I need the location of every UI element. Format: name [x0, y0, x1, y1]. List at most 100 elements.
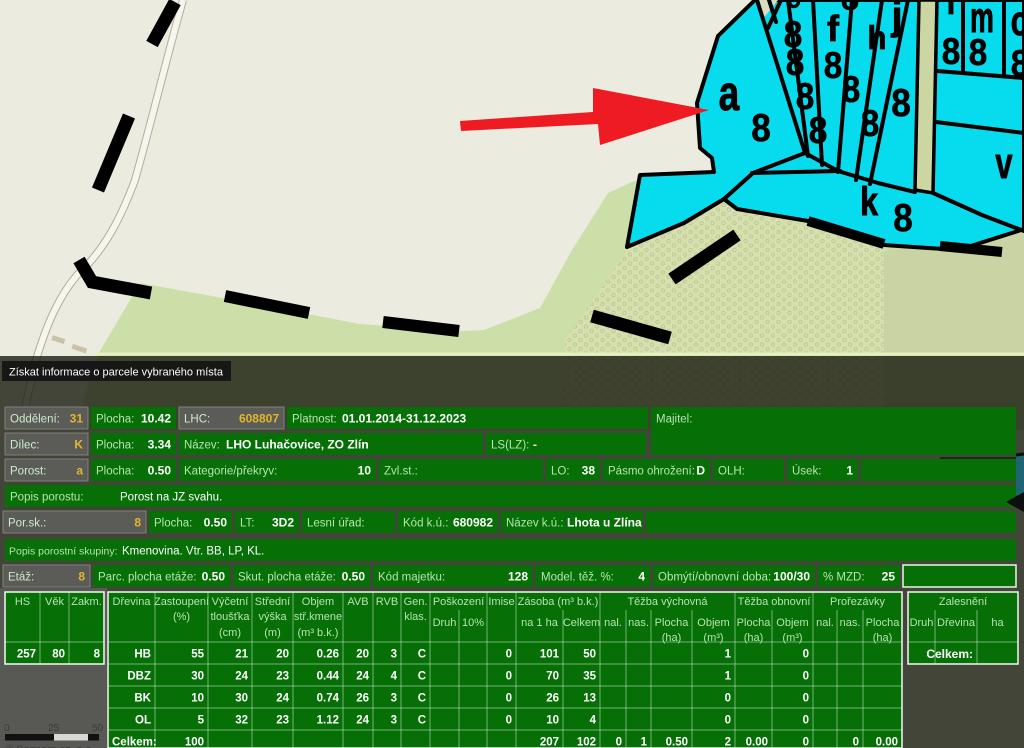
svg-text:l: l — [947, 0, 955, 21]
svg-text:nal.: nal. — [604, 617, 622, 629]
svg-text:10%: 10% — [462, 617, 484, 629]
svg-text:Kód majetku:: Kód majetku: — [378, 572, 445, 584]
svg-text:100/30: 100/30 — [773, 570, 810, 584]
svg-text:Získat informace o parcele vyb: Získat informace o parcele vybraného mís… — [9, 367, 224, 379]
svg-text:HB: HB — [134, 649, 151, 661]
svg-text:8: 8 — [824, 45, 843, 86]
svg-text:0: 0 — [803, 649, 809, 661]
svg-text:Popis porostní skupiny:: Popis porostní skupiny: — [9, 546, 118, 558]
svg-text:0.00: 0.00 — [746, 737, 768, 748]
svg-text:30: 30 — [191, 671, 204, 683]
svg-text:0: 0 — [506, 693, 512, 705]
svg-text:Obmýtí/obnovní doba:: Obmýtí/obnovní doba: — [658, 572, 771, 584]
svg-text:Parc. plocha etáže:: Parc. plocha etáže: — [98, 572, 196, 584]
svg-text:Oddělení:: Oddělení: — [10, 414, 60, 426]
svg-text:(m³ b.k.): (m³ b.k.) — [298, 627, 339, 639]
svg-text:0: 0 — [803, 737, 809, 748]
svg-text:38: 38 — [582, 464, 596, 478]
svg-text:3D2: 3D2 — [272, 516, 294, 530]
svg-text:Lhota u Zlína: Lhota u Zlína — [567, 516, 642, 530]
svg-text:(m³): (m³) — [703, 632, 723, 644]
svg-text:(%): (%) — [173, 611, 190, 623]
svg-text:1.12: 1.12 — [317, 715, 339, 727]
svg-text:01.01.2014-31.12.2023: 01.01.2014-31.12.2023 — [342, 412, 466, 426]
svg-text:Celkem:: Celkem: — [112, 737, 157, 748]
svg-text:k: k — [860, 179, 879, 224]
svg-text:102: 102 — [577, 737, 596, 748]
svg-text:C: C — [418, 671, 426, 683]
svg-text:0: 0 — [803, 671, 809, 683]
svg-text:(ha): (ha) — [662, 632, 682, 644]
svg-text:257: 257 — [17, 649, 36, 661]
svg-text:© Seznam.cz, a.s.: © Seznam.cz, a.s. — [5, 744, 94, 748]
svg-text:10: 10 — [191, 693, 204, 705]
svg-text:31: 31 — [70, 412, 84, 426]
svg-text:D: D — [696, 464, 705, 478]
svg-text:Kmenovina. Vtr. BB, LP, KL.: Kmenovina. Vtr. BB, LP, KL. — [122, 546, 264, 558]
svg-text:Plocha: Plocha — [655, 617, 690, 629]
svg-text:nal.: nal. — [816, 617, 834, 629]
svg-text:0.74: 0.74 — [317, 693, 340, 705]
svg-text:nas.: nas. — [840, 617, 861, 629]
svg-text:f: f — [827, 8, 840, 49]
svg-text:LHC:: LHC: — [184, 414, 210, 426]
svg-text:Dřevina: Dřevina — [113, 596, 152, 608]
svg-text:Kategorie/překryv:: Kategorie/překryv: — [184, 466, 277, 478]
svg-text:Úsek:: Úsek: — [792, 465, 821, 478]
svg-text:1: 1 — [641, 737, 648, 748]
svg-text:2: 2 — [725, 737, 731, 748]
svg-text:8: 8 — [942, 31, 961, 72]
svg-text:207: 207 — [540, 737, 559, 748]
svg-text:Plocha:: Plocha: — [96, 466, 134, 478]
svg-text:Celkem: Celkem — [563, 617, 600, 629]
svg-text:23: 23 — [276, 671, 289, 683]
svg-text:0.50: 0.50 — [666, 737, 688, 748]
svg-text:0: 0 — [506, 715, 512, 727]
svg-text:(ha): (ha) — [744, 632, 764, 644]
svg-text:Druh: Druh — [433, 617, 457, 629]
svg-text:25: 25 — [882, 570, 896, 584]
svg-text:ha: ha — [991, 617, 1004, 629]
svg-text:Celkem:: Celkem: — [926, 647, 973, 661]
svg-text:8: 8 — [861, 103, 880, 144]
svg-text:70: 70 — [546, 671, 559, 683]
svg-text:24: 24 — [276, 693, 289, 705]
svg-text:(m³): (m³) — [782, 632, 802, 644]
svg-text:8: 8 — [969, 32, 988, 73]
svg-text:3.34: 3.34 — [148, 438, 172, 452]
svg-text:Plocha: Plocha — [737, 617, 772, 629]
svg-text:0.50: 0.50 — [204, 516, 228, 530]
svg-text:K: K — [74, 438, 83, 452]
svg-text:0: 0 — [853, 737, 859, 748]
svg-text:Název k.ú.:: Název k.ú.: — [506, 518, 564, 530]
svg-text:BK: BK — [134, 693, 151, 705]
svg-text:Plocha: Plocha — [866, 617, 901, 629]
svg-text:3: 3 — [391, 649, 397, 661]
svg-text:Prořezávky: Prořezávky — [830, 596, 886, 608]
svg-text:Poškození: Poškození — [433, 596, 484, 608]
svg-text:101: 101 — [540, 649, 560, 661]
svg-text:4: 4 — [590, 715, 597, 727]
svg-text:8: 8 — [809, 110, 828, 151]
svg-text:50: 50 — [583, 649, 596, 661]
svg-text:8: 8 — [134, 516, 141, 530]
svg-text:HS: HS — [15, 596, 30, 608]
svg-text:26: 26 — [356, 693, 369, 705]
svg-text:Druh: Druh — [910, 617, 934, 629]
svg-text:3: 3 — [391, 715, 397, 727]
svg-text:j: j — [890, 0, 902, 38]
svg-text:8: 8 — [1011, 43, 1024, 84]
svg-text:0.50: 0.50 — [148, 464, 172, 478]
svg-text:Těžba obnovní: Těžba obnovní — [738, 596, 811, 608]
svg-text:5: 5 — [198, 715, 205, 727]
svg-text:50: 50 — [92, 723, 104, 734]
svg-text:4: 4 — [391, 671, 398, 683]
svg-text:Zakm.: Zakm. — [71, 596, 102, 608]
svg-text:(cm): (cm) — [219, 627, 241, 639]
svg-text:AVB: AVB — [347, 596, 368, 608]
svg-text:680982: 680982 — [453, 516, 493, 530]
svg-text:Dřevina: Dřevina — [937, 617, 976, 629]
svg-text:8: 8 — [78, 570, 85, 584]
svg-text:Imise: Imise — [488, 596, 514, 608]
svg-text:-: - — [533, 438, 537, 452]
